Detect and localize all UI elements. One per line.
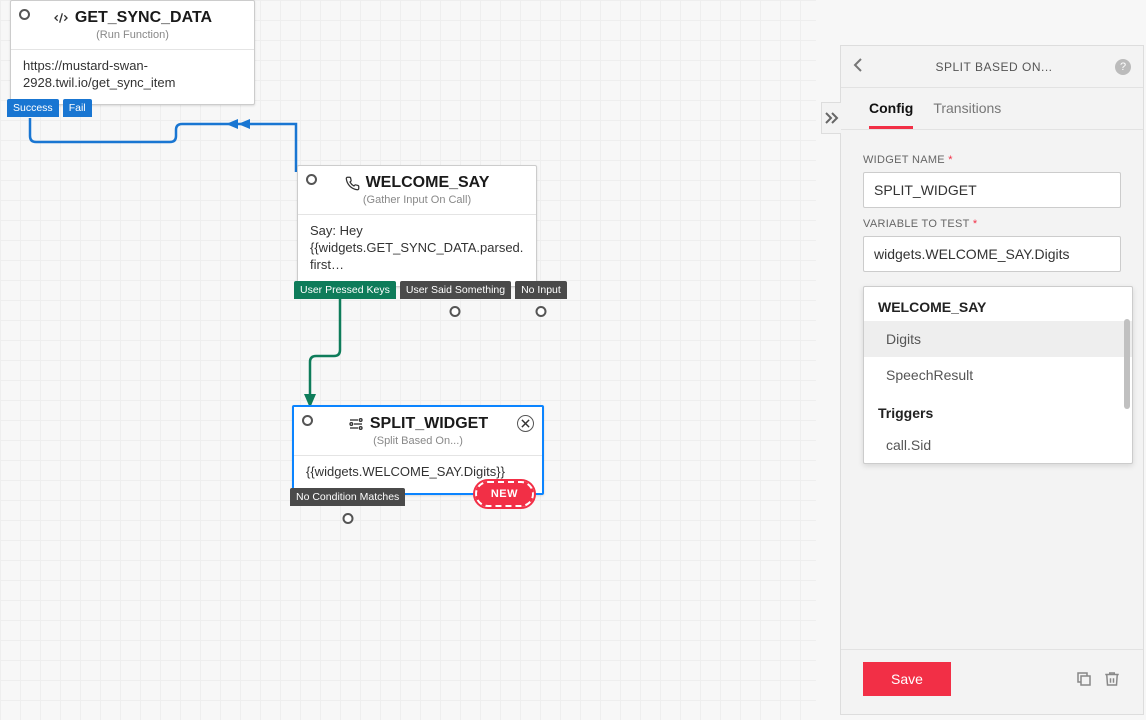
collapse-panel-button[interactable]	[821, 102, 841, 134]
panel-header: SPLIT BASED ON... ?	[841, 46, 1143, 88]
trash-icon[interactable]	[1103, 670, 1121, 688]
panel-footer: Save	[841, 649, 1143, 714]
new-transition-button[interactable]: NEW	[475, 481, 534, 507]
duplicate-icon[interactable]	[1075, 670, 1093, 688]
node-subtype: (Split Based On...)	[294, 435, 542, 455]
node-body: https://mustard-swan-2928.twil.io/get_sy…	[11, 49, 254, 104]
dropdown-item-call-sid[interactable]: call.Sid	[864, 427, 1132, 463]
outcome-no-input[interactable]: No Input	[515, 281, 567, 299]
node-split-widget[interactable]: SPLIT_WIDGET (Split Based On...) {{widge…	[292, 405, 544, 495]
dropdown-item-digits[interactable]: Digits	[864, 321, 1132, 357]
connectors-layer	[0, 0, 816, 720]
outcome-label: User Said Something	[406, 284, 505, 296]
node-title: WELCOME_SAY	[366, 174, 490, 192]
outcome-fail[interactable]: Fail	[63, 99, 92, 117]
node-subtype: (Gather Input On Call)	[298, 194, 536, 214]
help-icon[interactable]: ?	[1115, 59, 1131, 75]
tab-config[interactable]: Config	[869, 100, 913, 129]
tab-transitions[interactable]: Transitions	[933, 100, 1001, 129]
node-welcome-say[interactable]: WELCOME_SAY (Gather Input On Call) Say: …	[297, 165, 537, 287]
dropdown-group-triggers: Triggers	[864, 393, 1132, 427]
outcome-label: No Input	[521, 284, 561, 296]
node-subtype: (Run Function)	[11, 29, 254, 49]
dropdown-group-welcome-say: WELCOME_SAY	[864, 287, 1132, 321]
outcome-connector-dot[interactable]	[535, 306, 546, 317]
node-get-sync-data[interactable]: GET_SYNC_DATA (Run Function) https://mus…	[10, 0, 255, 105]
save-button[interactable]: Save	[863, 662, 951, 696]
outcome-label: No Condition Matches	[296, 491, 399, 503]
node-incoming-dot[interactable]	[306, 174, 317, 185]
panel-tabs: Config Transitions	[841, 88, 1143, 130]
node-body: Say: Hey {{widgets.GET_SYNC_DATA.parsed.…	[298, 214, 536, 286]
widget-name-input[interactable]	[863, 172, 1121, 208]
close-icon[interactable]	[517, 415, 534, 432]
node-title: SPLIT_WIDGET	[370, 415, 488, 433]
outcome-success[interactable]: Success	[7, 99, 59, 117]
dropdown-scrollbar[interactable]	[1124, 319, 1130, 409]
outcome-label: Success	[13, 102, 53, 114]
flow-canvas[interactable]: GET_SYNC_DATA (Run Function) https://mus…	[0, 0, 816, 720]
outcome-connector-dot[interactable]	[450, 306, 461, 317]
variable-to-test-input[interactable]	[863, 236, 1121, 272]
variable-dropdown: WELCOME_SAY Digits SpeechResult Triggers…	[863, 286, 1133, 464]
outcome-user-pressed-keys[interactable]: User Pressed Keys	[294, 281, 396, 299]
dropdown-item-speechresult[interactable]: SpeechResult	[864, 357, 1132, 393]
back-button[interactable]	[853, 56, 873, 77]
node-title: GET_SYNC_DATA	[75, 9, 212, 27]
outcome-label: User Pressed Keys	[300, 284, 390, 296]
config-panel: SPLIT BASED ON... ? Config Transitions W…	[840, 45, 1144, 715]
split-icon	[348, 417, 364, 431]
widget-name-label: WIDGET NAME *	[863, 154, 1121, 166]
node-incoming-dot[interactable]	[302, 415, 313, 426]
phone-icon	[345, 176, 360, 191]
node-incoming-dot[interactable]	[19, 9, 30, 20]
outcome-no-condition-matches[interactable]: No Condition Matches	[290, 488, 405, 506]
outcome-connector-dot[interactable]	[342, 513, 353, 524]
panel-form: WIDGET NAME * VARIABLE TO TEST * WELCOME…	[841, 130, 1143, 649]
panel-title: SPLIT BASED ON...	[873, 60, 1115, 74]
outcome-label: Fail	[69, 102, 86, 114]
code-icon	[53, 10, 69, 26]
variable-to-test-label: VARIABLE TO TEST *	[863, 218, 1121, 230]
outcome-user-said-something[interactable]: User Said Something	[400, 281, 511, 299]
